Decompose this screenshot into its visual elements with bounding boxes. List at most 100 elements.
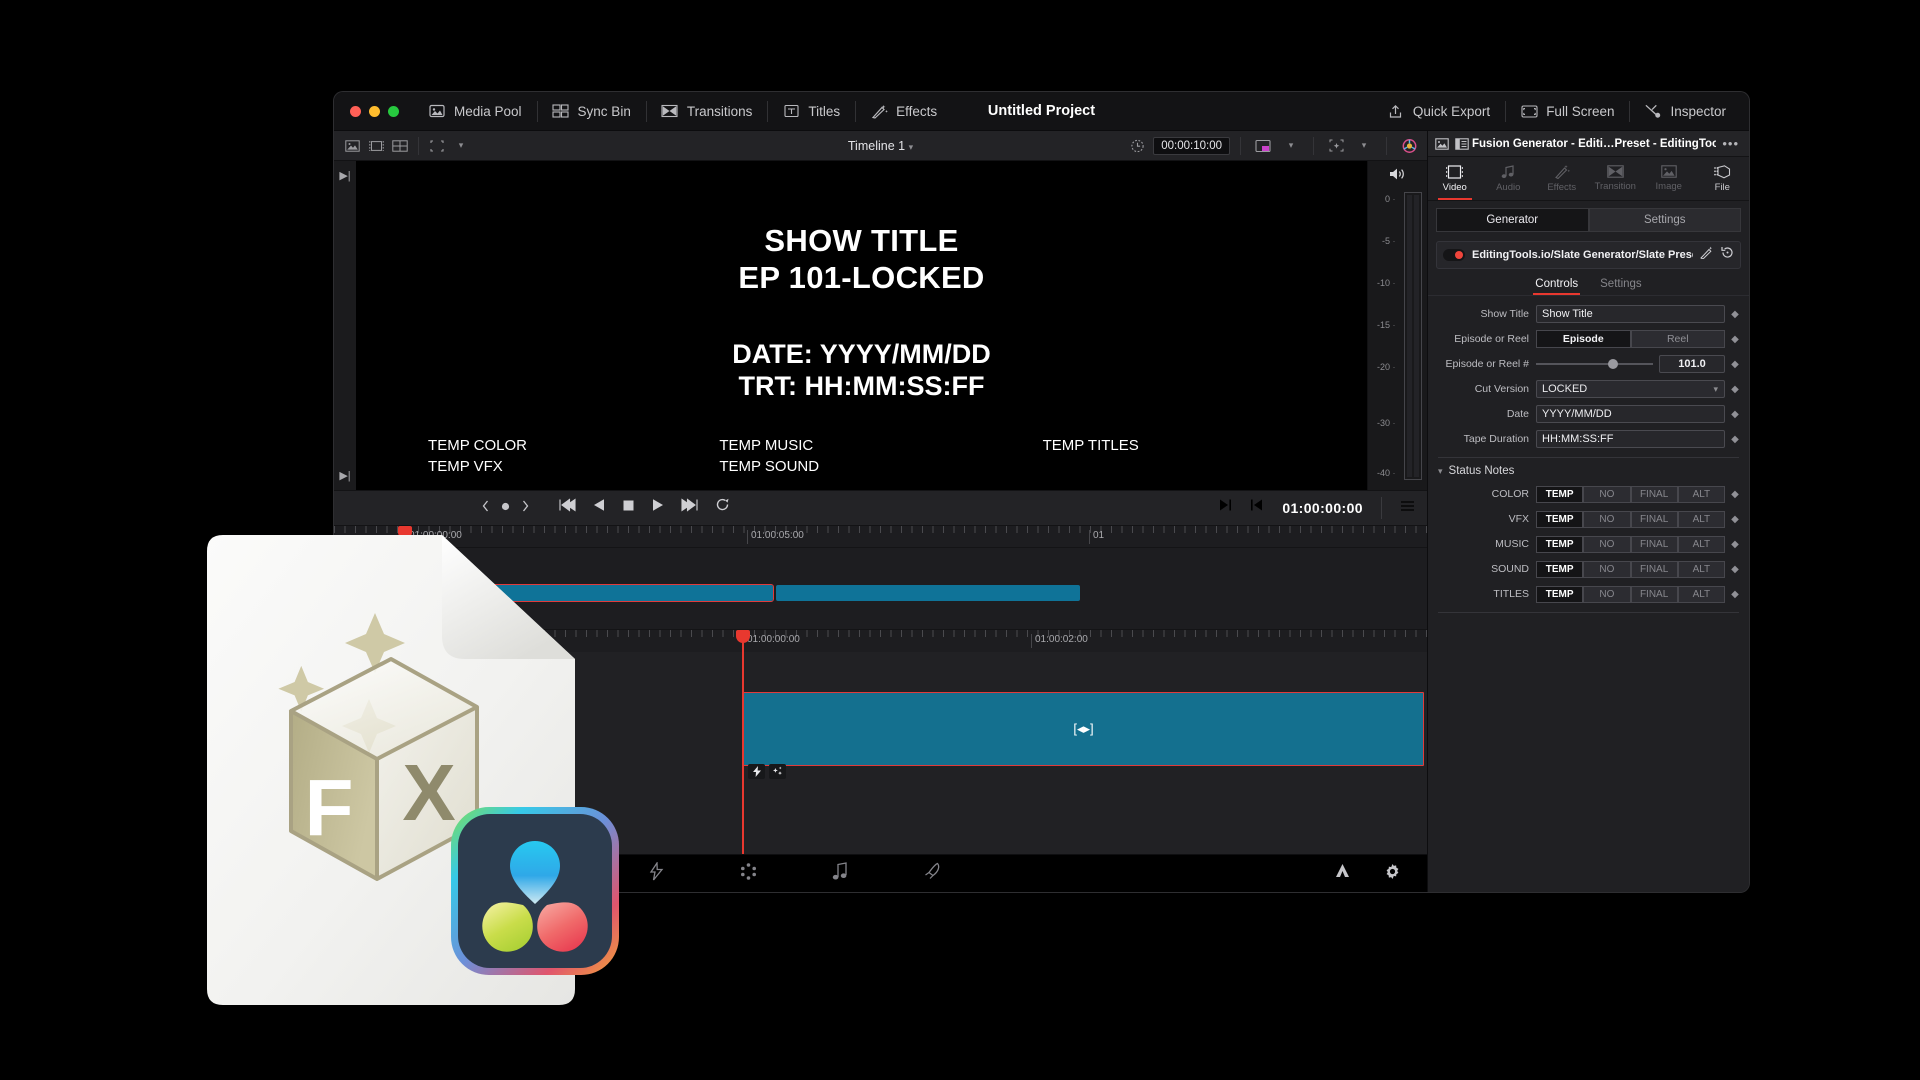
status-sound-alt[interactable]: ALT	[1677, 560, 1725, 578]
timecode-mode-icon[interactable]	[1126, 136, 1148, 156]
smart-reframe-icon[interactable]	[1252, 136, 1274, 156]
node-enable-toggle[interactable]	[1443, 249, 1465, 261]
status-color-final[interactable]: FINAL	[1630, 485, 1678, 503]
speaker-icon[interactable]	[1389, 167, 1406, 186]
options-menu-icon[interactable]	[1400, 499, 1415, 517]
sync-bin-button[interactable]: Sync Bin	[536, 92, 646, 131]
slider-knob[interactable]	[1608, 359, 1619, 369]
reel-option[interactable]: Reel	[1630, 330, 1725, 348]
jump-end-icon[interactable]	[681, 498, 698, 517]
tab-file[interactable]: File	[1696, 157, 1750, 200]
split-viewer-icon[interactable]	[389, 136, 411, 156]
inspector-more-options-icon[interactable]: •••	[1716, 136, 1745, 151]
inspector-layout-icon[interactable]	[1452, 135, 1472, 153]
status-music-temp[interactable]: TEMP	[1536, 535, 1584, 553]
status-music-no[interactable]: NO	[1583, 535, 1631, 553]
minimize-window-button[interactable]	[369, 105, 380, 117]
play-icon[interactable]	[652, 498, 664, 517]
safe-area-chevron-down-icon[interactable]: ▾	[1353, 136, 1375, 156]
color-wheel-icon[interactable]	[1398, 136, 1420, 156]
tab-video[interactable]: Video	[1428, 157, 1482, 200]
next-keyframe-icon[interactable]	[522, 499, 529, 517]
keyframe-icon[interactable]	[500, 499, 511, 517]
status-vfx-no[interactable]: NO	[1583, 510, 1631, 528]
viewer-current-timecode[interactable]: 01:00:00:00	[1282, 500, 1363, 516]
keyframe-diamond-icon[interactable]: ◆	[1725, 489, 1745, 500]
zoom-window-button[interactable]	[388, 105, 399, 117]
duration-timecode[interactable]: 00:00:10:00	[1153, 136, 1230, 155]
media-pool-button[interactable]: Media Pool	[413, 92, 537, 131]
tab-audio[interactable]: Audio	[1482, 157, 1536, 200]
sidebar-item-deliver[interactable]	[886, 855, 978, 893]
sparkle-effect-icon[interactable]	[769, 763, 786, 779]
segment-generator[interactable]: Generator	[1436, 208, 1589, 232]
reset-icon[interactable]	[1721, 246, 1734, 264]
sidebar-item-color[interactable]	[702, 855, 794, 893]
ctl-tab-controls[interactable]: Controls	[1533, 278, 1580, 295]
jump-start-icon[interactable]	[559, 498, 576, 517]
status-music-final[interactable]: FINAL	[1630, 535, 1678, 553]
sidebar-item-fairlight[interactable]	[794, 855, 886, 893]
status-music-alt[interactable]: ALT	[1677, 535, 1725, 553]
status-vfx-temp[interactable]: TEMP	[1536, 510, 1584, 528]
episode-number-slider[interactable]	[1536, 359, 1659, 369]
sidebar-item-fusion[interactable]	[610, 855, 702, 893]
project-settings-button[interactable]	[1369, 855, 1415, 893]
safe-area-icon[interactable]	[1325, 136, 1347, 156]
status-vfx-final[interactable]: FINAL	[1630, 510, 1678, 528]
mark-in-icon[interactable]	[1250, 498, 1264, 517]
timeline-clip[interactable]: [◂▸]	[743, 691, 1424, 779]
status-sound-no[interactable]: NO	[1583, 560, 1631, 578]
timeline-chevron-down-icon[interactable]: ▾	[909, 142, 914, 152]
quick-export-button[interactable]: Quick Export	[1372, 92, 1505, 131]
status-notes-section-header[interactable]: ▾ Status Notes	[1428, 465, 1749, 477]
transitions-button[interactable]: Transitions	[645, 92, 768, 131]
loop-icon[interactable]	[715, 498, 731, 518]
status-titles-final[interactable]: FINAL	[1630, 585, 1678, 603]
keyframe-diamond-icon[interactable]: ◆	[1725, 434, 1745, 445]
episode-number-value[interactable]: 101.0	[1659, 355, 1725, 373]
tab-image[interactable]: Image	[1642, 157, 1696, 200]
play-reverse-icon[interactable]	[593, 498, 605, 517]
effects-button[interactable]: Effects	[855, 92, 952, 131]
viewer-mode-icon[interactable]	[426, 136, 448, 156]
overview-clip-2[interactable]	[776, 584, 1080, 601]
date-input[interactable]: YYYY/MM/DD	[1536, 405, 1725, 423]
status-sound-final[interactable]: FINAL	[1630, 560, 1678, 578]
keyframe-diamond-icon[interactable]: ◆	[1725, 514, 1745, 525]
mark-out-icon[interactable]	[1218, 498, 1232, 517]
status-sound-temp[interactable]: TEMP	[1536, 560, 1584, 578]
status-color-temp[interactable]: TEMP	[1536, 485, 1584, 503]
status-titles-no[interactable]: NO	[1583, 585, 1631, 603]
keyframe-diamond-icon[interactable]: ◆	[1725, 359, 1745, 370]
inspector-clip-icon[interactable]	[1432, 135, 1452, 153]
timeline-viewer-icon[interactable]	[365, 136, 387, 156]
prev-keyframe-icon[interactable]	[482, 499, 489, 517]
tape-duration-input[interactable]: HH:MM:SS:FF	[1536, 430, 1725, 448]
episode-option[interactable]: Episode	[1536, 330, 1631, 348]
tab-transition[interactable]: Transition	[1589, 157, 1643, 200]
cut-version-dropdown[interactable]: LOCKED ▾	[1536, 380, 1725, 398]
keyframe-diamond-icon[interactable]: ◆	[1725, 309, 1745, 320]
status-titles-temp[interactable]: TEMP	[1536, 585, 1584, 603]
ctl-tab-settings[interactable]: Settings	[1600, 278, 1642, 295]
keyframe-diamond-icon[interactable]: ◆	[1725, 539, 1745, 550]
status-titles-alt[interactable]: ALT	[1677, 585, 1725, 603]
fusion-effect-icon[interactable]	[748, 763, 765, 779]
project-manager-button[interactable]	[1319, 855, 1365, 893]
viewer-canvas[interactable]: SHOW TITLE EP 101-LOCKED DATE: YYYY/MM/D…	[356, 161, 1367, 490]
keyframe-diamond-icon[interactable]: ◆	[1725, 589, 1745, 600]
magic-wand-icon[interactable]	[1700, 246, 1714, 264]
mark-in-viewer-icon[interactable]: ▶|	[339, 169, 350, 182]
viewer-mode-chevron-down-icon[interactable]: ▾	[450, 136, 472, 156]
show-title-input[interactable]: Show Title	[1536, 305, 1725, 323]
inspector-button[interactable]: Inspector	[1629, 92, 1741, 131]
keyframe-diamond-icon[interactable]: ◆	[1725, 334, 1745, 345]
tab-effects[interactable]: Effects	[1535, 157, 1589, 200]
keyframe-diamond-icon[interactable]: ◆	[1725, 384, 1745, 395]
keyframe-diamond-icon[interactable]: ◆	[1725, 409, 1745, 420]
status-vfx-alt[interactable]: ALT	[1677, 510, 1725, 528]
keyframe-diamond-icon[interactable]: ◆	[1725, 564, 1745, 575]
close-window-button[interactable]	[350, 105, 361, 117]
status-color-no[interactable]: NO	[1583, 485, 1631, 503]
